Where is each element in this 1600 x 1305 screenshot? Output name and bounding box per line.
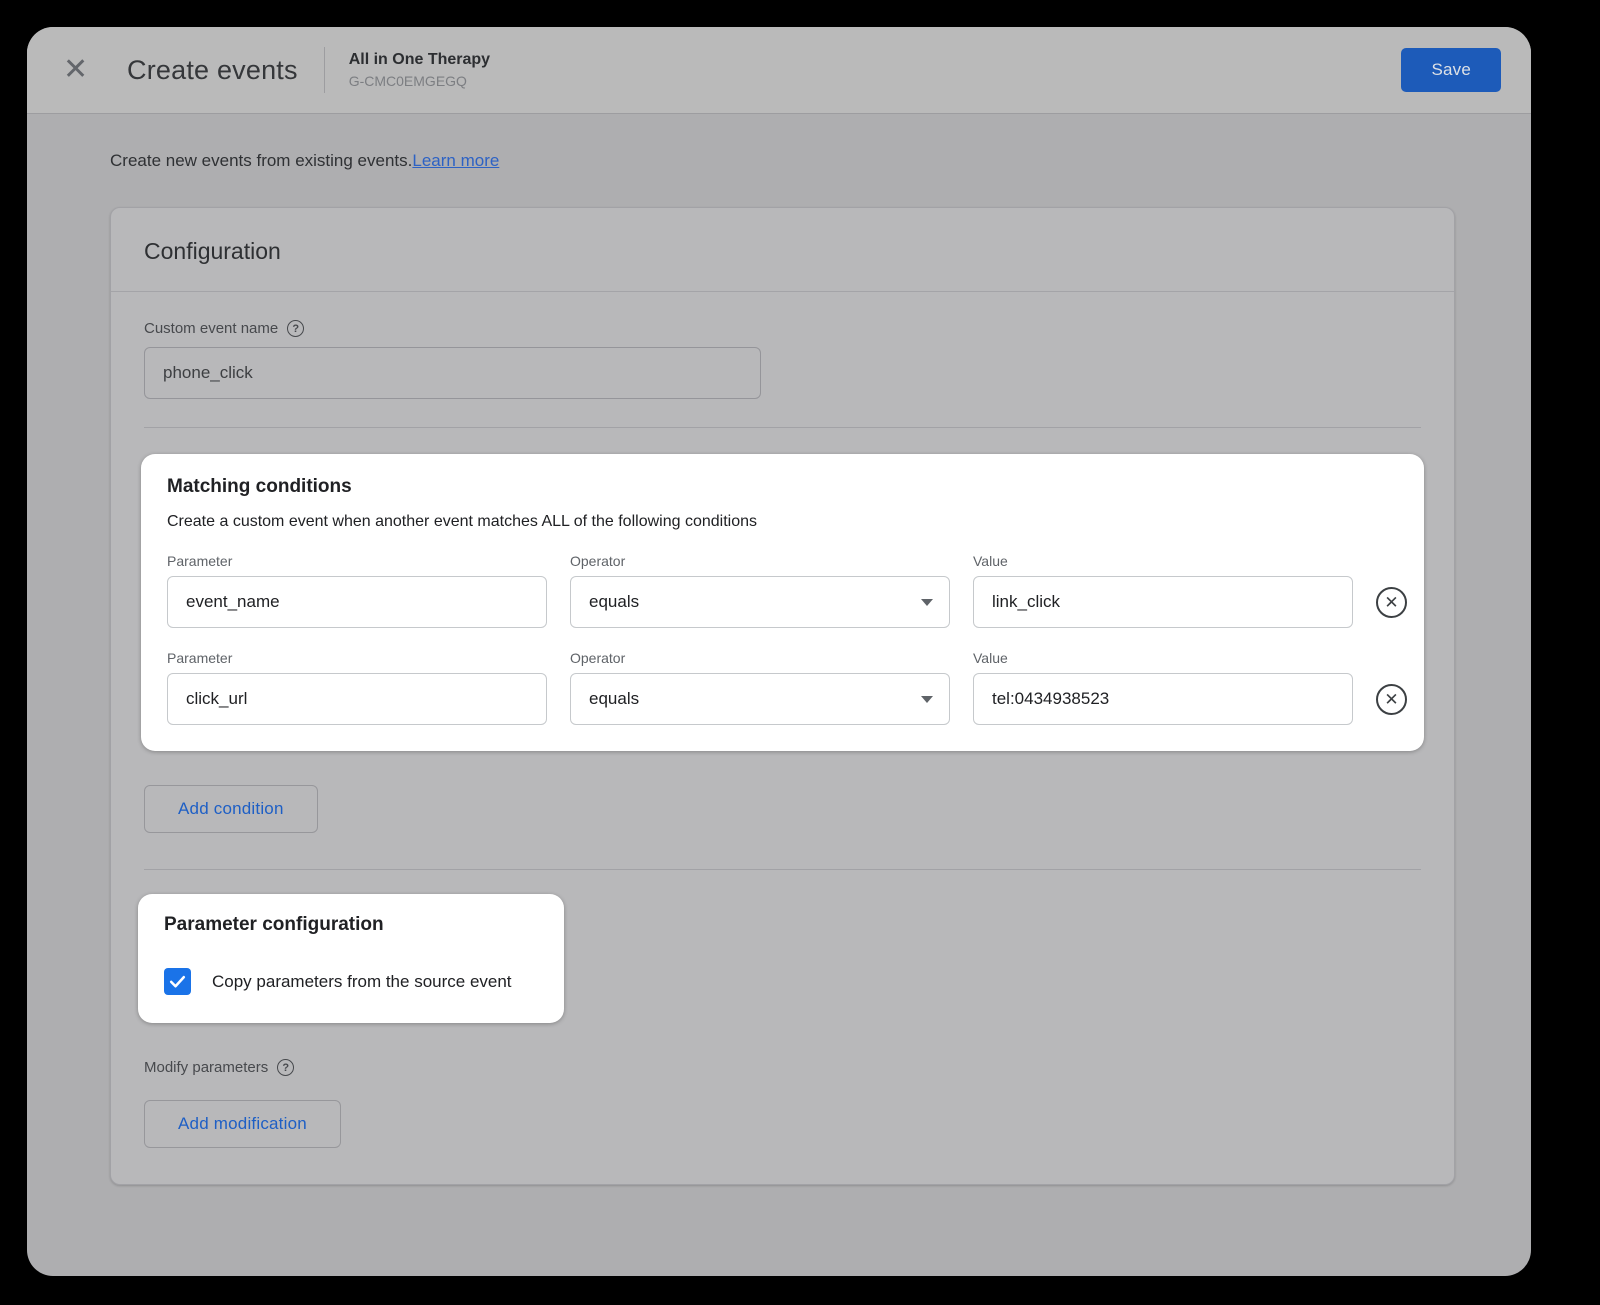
value-input[interactable] bbox=[992, 592, 1336, 612]
modal-header: ✕ Create events All in One Therapy G-CMC… bbox=[27, 27, 1531, 113]
help-icon[interactable]: ? bbox=[277, 1059, 294, 1076]
custom-event-name-section: Custom event name ? bbox=[144, 320, 1421, 399]
page-title: Create events bbox=[127, 55, 298, 86]
add-condition-button[interactable]: Add condition bbox=[144, 785, 318, 833]
parameter-input[interactable] bbox=[186, 689, 530, 709]
remove-condition-icon[interactable]: ✕ bbox=[1376, 587, 1407, 618]
help-icon[interactable]: ? bbox=[287, 320, 304, 337]
chevron-down-icon bbox=[921, 696, 933, 703]
operator-label: Operator bbox=[570, 650, 950, 666]
close-icon[interactable]: ✕ bbox=[63, 55, 107, 85]
property-name: All in One Therapy bbox=[349, 51, 490, 69]
parameter-configuration-title: Parameter configuration bbox=[164, 914, 538, 936]
modify-parameters-label: Modify parameters bbox=[144, 1059, 268, 1076]
section-divider bbox=[144, 427, 1421, 428]
operator-select[interactable]: equals bbox=[570, 673, 950, 725]
create-events-modal: ✕ Create events All in One Therapy G-CMC… bbox=[27, 27, 1531, 1276]
modal-body: Create new events from existing events.L… bbox=[27, 113, 1531, 1185]
value-input[interactable] bbox=[992, 689, 1336, 709]
operator-select[interactable]: equals bbox=[570, 576, 950, 628]
learn-more-link[interactable]: Learn more bbox=[412, 151, 499, 170]
section-divider bbox=[144, 869, 1421, 870]
property-info: All in One Therapy G-CMC0EMGEGQ bbox=[349, 51, 490, 89]
configuration-title: Configuration bbox=[111, 208, 1454, 292]
value-label: Value bbox=[973, 650, 1353, 666]
header-divider bbox=[324, 47, 325, 93]
add-modification-button[interactable]: Add modification bbox=[144, 1100, 341, 1148]
intro-sentence: Create new events from existing events. bbox=[110, 151, 412, 170]
chevron-down-icon bbox=[921, 599, 933, 606]
parameter-label: Parameter bbox=[167, 553, 547, 569]
intro-text: Create new events from existing events.L… bbox=[110, 151, 1456, 171]
copy-parameters-label: Copy parameters from the source event bbox=[212, 972, 512, 992]
matching-conditions-description: Create a custom event when another event… bbox=[167, 513, 1398, 531]
copy-parameters-checkbox[interactable] bbox=[164, 968, 191, 995]
configuration-card: Configuration Custom event name ? Matchi… bbox=[110, 207, 1455, 1185]
matching-conditions-title: Matching conditions bbox=[167, 476, 1398, 498]
operator-value: equals bbox=[589, 592, 639, 612]
parameter-configuration-card: Parameter configuration Copy parameters … bbox=[138, 894, 564, 1023]
save-button[interactable]: Save bbox=[1401, 48, 1501, 92]
property-id: G-CMC0EMGEGQ bbox=[349, 73, 490, 89]
condition-row: Parameter Operator equals Value bbox=[167, 553, 1398, 628]
remove-condition-icon[interactable]: ✕ bbox=[1376, 684, 1407, 715]
condition-row: Parameter Operator equals Value bbox=[167, 650, 1398, 725]
matching-conditions-card: Matching conditions Create a custom even… bbox=[141, 454, 1424, 751]
operator-value: equals bbox=[589, 689, 639, 709]
custom-event-name-input[interactable] bbox=[144, 347, 761, 399]
operator-label: Operator bbox=[570, 553, 950, 569]
custom-event-name-label: Custom event name bbox=[144, 320, 278, 337]
parameter-label: Parameter bbox=[167, 650, 547, 666]
value-label: Value bbox=[973, 553, 1353, 569]
checkmark-icon bbox=[168, 972, 187, 991]
parameter-input[interactable] bbox=[186, 592, 530, 612]
